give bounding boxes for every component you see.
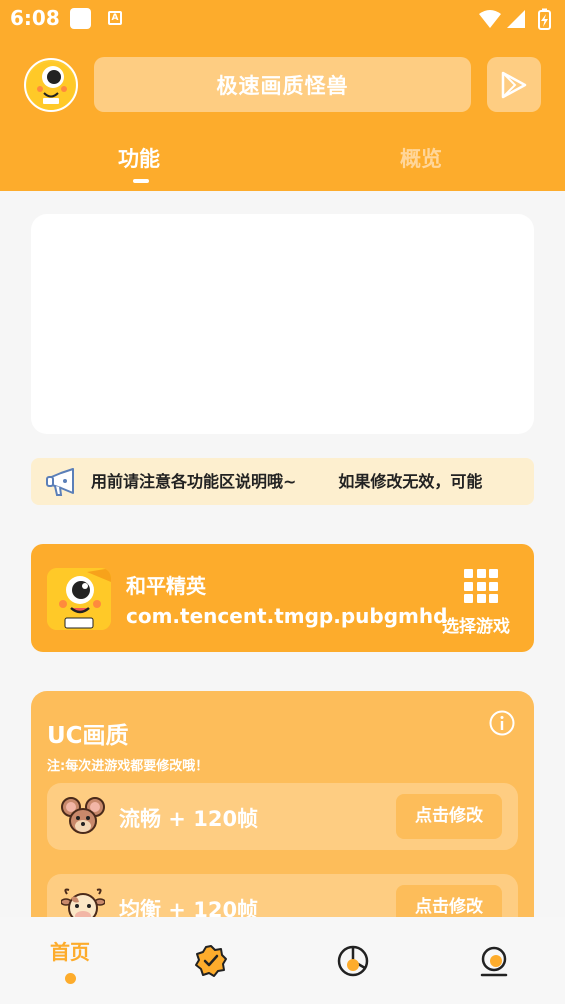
game-icon <box>47 568 111 630</box>
game-card: 和平精英 com.tencent.tmgp.pubgmhd 选择游戏 <box>31 544 534 652</box>
uc-title: UC画质 <box>47 723 129 749</box>
battery-icon <box>538 8 551 30</box>
notice-text: 用前请注意各功能区说明哦~ 如果修改无效，可能 <box>91 458 520 505</box>
option-row-smooth: 流畅 + 120帧 点击修改 <box>47 783 518 850</box>
pie-chart-icon[interactable] <box>336 944 370 978</box>
app-title: 极速画质怪兽 <box>216 73 349 98</box>
tab-indicator <box>133 179 149 183</box>
verified-badge-icon[interactable] <box>194 944 228 978</box>
nav-active-dot <box>65 973 76 984</box>
uc-quality-card: UC画质 注:每次进游戏都要修改哦！ 流畅 + 120帧 点击修改 均衡 + 1… <box>31 691 534 951</box>
select-game-label: 选择游戏 <box>442 617 510 637</box>
wifi-icon <box>479 10 501 28</box>
status-icons <box>479 8 551 30</box>
nav-home[interactable]: 首页 <box>40 917 102 1004</box>
info-icon[interactable] <box>489 710 515 736</box>
profile-icon[interactable] <box>477 944 511 978</box>
play-store-button[interactable] <box>487 57 541 112</box>
modify-button[interactable]: 点击修改 <box>396 794 502 839</box>
select-game-button[interactable]: 选择游戏 <box>441 566 521 637</box>
megaphone-icon <box>46 468 74 496</box>
app-square-icon <box>70 8 91 29</box>
notice-segment: 用前请注意各功能区说明哦~ <box>91 472 297 491</box>
tab-overview[interactable]: 概览 <box>400 143 442 173</box>
tab-functions[interactable]: 功能 <box>118 143 160 173</box>
notification-a-icon: A <box>108 11 122 25</box>
app-header: 6:08 A 极速画质怪兽 功能 概览 <box>0 0 565 191</box>
option-label: 流畅 + 120帧 <box>119 807 259 831</box>
grid-icon <box>464 569 498 603</box>
banner-area <box>31 214 534 434</box>
status-time: 6:08 <box>10 6 60 30</box>
nav-home-label: 首页 <box>50 940 90 964</box>
notice-marquee: 用前请注意各功能区说明哦~ 如果修改无效，可能 <box>31 458 534 505</box>
bottom-nav: 首页 <box>0 917 565 1004</box>
notice-segment: 如果修改无效，可能 <box>338 472 483 491</box>
signal-icon <box>507 10 525 28</box>
game-name: 和平精英 <box>126 574 206 598</box>
game-package-name: com.tencent.tmgp.pubgmhd <box>126 604 448 628</box>
status-bar: 6:08 A <box>0 0 565 38</box>
mouse-icon <box>61 797 105 834</box>
uc-note: 注:每次进游戏都要修改哦！ <box>47 759 209 774</box>
app-title-box[interactable]: 极速画质怪兽 <box>94 57 471 112</box>
avatar[interactable] <box>24 58 78 112</box>
play-store-icon <box>501 71 527 98</box>
